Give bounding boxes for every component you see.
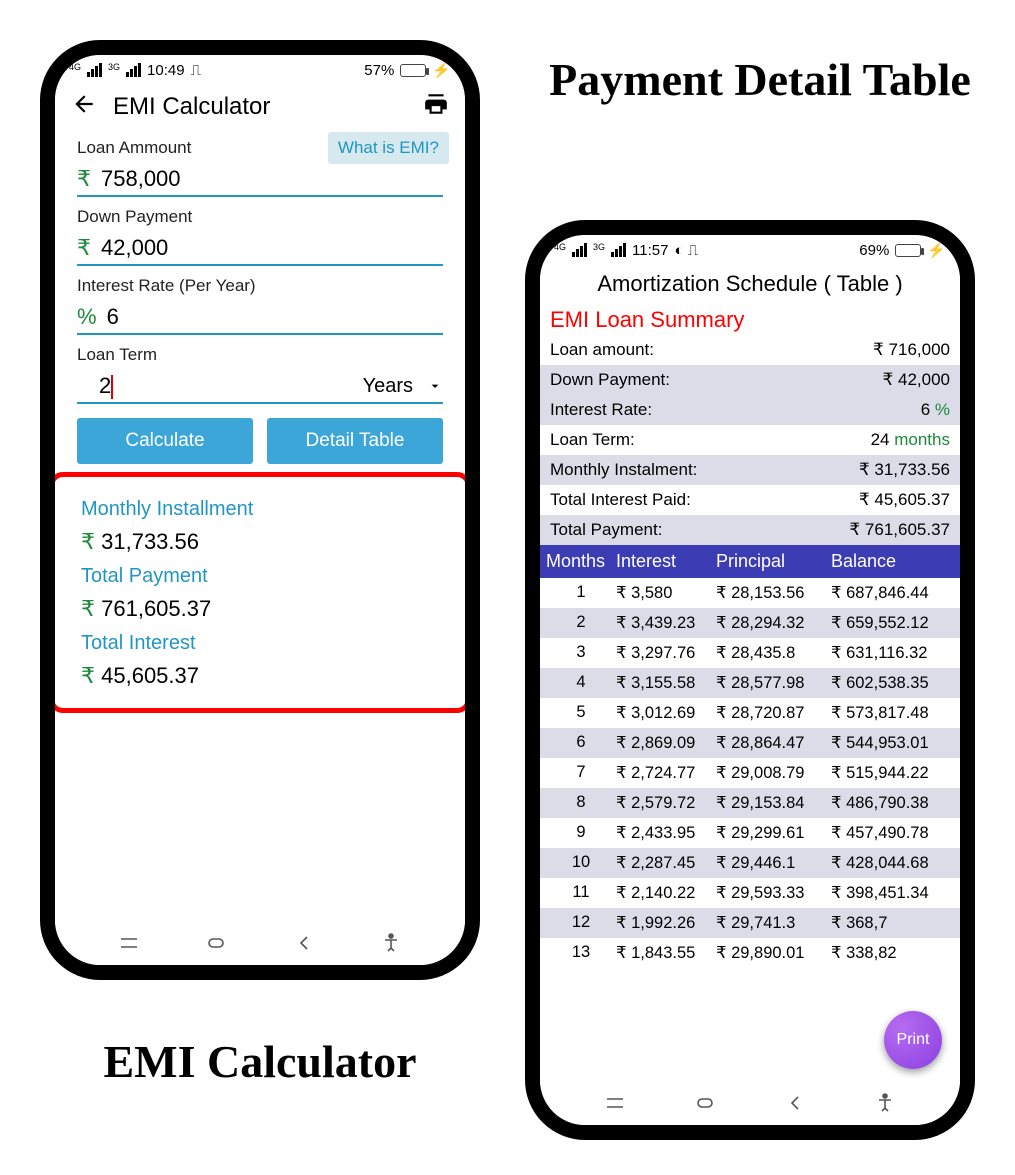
battery-pct: 57%	[364, 62, 394, 79]
page-title: Amortization Schedule ( Table )	[540, 261, 960, 305]
table-row: 8₹ 2,579.72₹ 29,153.84₹ 486,790.38	[540, 788, 960, 818]
summary-header: EMI Loan Summary	[540, 305, 960, 335]
term-unit-dropdown[interactable]: Years	[363, 375, 443, 398]
loan-amount-input[interactable]: ₹ 758,000	[77, 166, 443, 197]
table-row: 13₹ 1,843.55₹ 29,890.01₹ 338,82	[540, 938, 960, 968]
monthly-installment-value: ₹ 31,733.56	[81, 529, 439, 555]
total-interest-label: Total Interest	[81, 632, 439, 655]
detail-table-button[interactable]: Detail Table	[267, 418, 443, 464]
battery-pct: 69%	[859, 242, 889, 259]
table-row: 4₹ 3,155.58₹ 28,577.98₹ 602,538.35	[540, 668, 960, 698]
table-row: 10₹ 2,287.45₹ 29,446.1₹ 428,044.68	[540, 848, 960, 878]
table-row: 5₹ 3,012.69₹ 28,720.87₹ 573,817.48	[540, 698, 960, 728]
table-row: 7₹ 2,724.77₹ 29,008.79₹ 515,944.22	[540, 758, 960, 788]
table-row: 11₹ 2,140.22₹ 29,593.33₹ 398,451.34	[540, 878, 960, 908]
nav-recent-icon[interactable]	[117, 931, 141, 955]
summary-table: Loan amount:₹ 716,000 Down Payment:₹ 42,…	[540, 335, 960, 545]
interest-rate-input[interactable]: % 6	[77, 304, 443, 335]
caption-left: EMI Calculator	[40, 1035, 480, 1088]
table-row: 3₹ 3,297.76₹ 28,435.8₹ 631,116.32	[540, 638, 960, 668]
total-interest-value: ₹ 45,605.37	[81, 663, 439, 689]
app-title: EMI Calculator	[113, 93, 407, 121]
table-row: 6₹ 2,869.09₹ 28,864.47₹ 544,953.01	[540, 728, 960, 758]
nav-back-icon[interactable]	[292, 931, 316, 955]
nav-accessibility-icon[interactable]	[873, 1091, 897, 1115]
total-payment-label: Total Payment	[81, 565, 439, 588]
back-icon[interactable]	[71, 91, 97, 122]
chevron-down-icon	[427, 378, 443, 394]
amort-table-body[interactable]: 1₹ 3,580₹ 28,153.56₹ 687,846.442₹ 3,439.…	[540, 578, 960, 968]
caption-right: Payment Detail Table	[525, 55, 995, 106]
monthly-installment-label: Monthly Installment	[81, 498, 439, 521]
loan-term-input[interactable]: 2	[77, 373, 113, 399]
percent-icon: %	[77, 304, 97, 330]
rupee-icon: ₹	[77, 235, 91, 261]
system-nav-bar	[55, 925, 465, 961]
status-bar: 4G 3G 10:49 ⎍ 57% ⚡	[55, 55, 465, 81]
interest-rate-label: Interest Rate (Per Year)	[77, 276, 443, 296]
results-panel: Monthly Installment ₹ 31,733.56 Total Pa…	[77, 478, 443, 707]
down-payment-input[interactable]: ₹ 42,000	[77, 235, 443, 266]
status-time: 10:49	[147, 62, 185, 79]
nav-accessibility-icon[interactable]	[379, 931, 403, 955]
nav-recent-icon[interactable]	[603, 1091, 627, 1115]
what-is-emi-link[interactable]: What is EMI?	[328, 132, 449, 164]
total-payment-value: ₹ 761,605.37	[81, 596, 439, 622]
app-bar: EMI Calculator	[55, 81, 465, 132]
nav-back-icon[interactable]	[783, 1091, 807, 1115]
phone-amortization-table: 4G 3G 11:57 ◐ ⎍ 69% ⚡ Amortization Sched…	[525, 220, 975, 1140]
nav-home-icon[interactable]	[693, 1091, 717, 1115]
system-nav-bar	[540, 1085, 960, 1121]
amort-table-header: Months Interest Principal Balance	[540, 545, 960, 578]
print-fab[interactable]: Print	[884, 1011, 942, 1069]
status-time: 11:57	[632, 242, 668, 259]
status-bar: 4G 3G 11:57 ◐ ⎍ 69% ⚡	[540, 235, 960, 261]
phone-emi-calculator: 4G 3G 10:49 ⎍ 57% ⚡ EMI Calculator Loan …	[40, 40, 480, 980]
table-row: 12₹ 1,992.26₹ 29,741.3₹ 368,7	[540, 908, 960, 938]
nav-home-icon[interactable]	[204, 931, 228, 955]
down-payment-label: Down Payment	[77, 207, 443, 227]
print-icon[interactable]	[423, 91, 449, 122]
table-row: 2₹ 3,439.23₹ 28,294.32₹ 659,552.12	[540, 608, 960, 638]
table-row: 1₹ 3,580₹ 28,153.56₹ 687,846.44	[540, 578, 960, 608]
loan-term-label: Loan Term	[77, 345, 443, 365]
calculate-button[interactable]: Calculate	[77, 418, 253, 464]
rupee-icon: ₹	[77, 166, 91, 192]
table-row: 9₹ 2,433.95₹ 29,299.61₹ 457,490.78	[540, 818, 960, 848]
